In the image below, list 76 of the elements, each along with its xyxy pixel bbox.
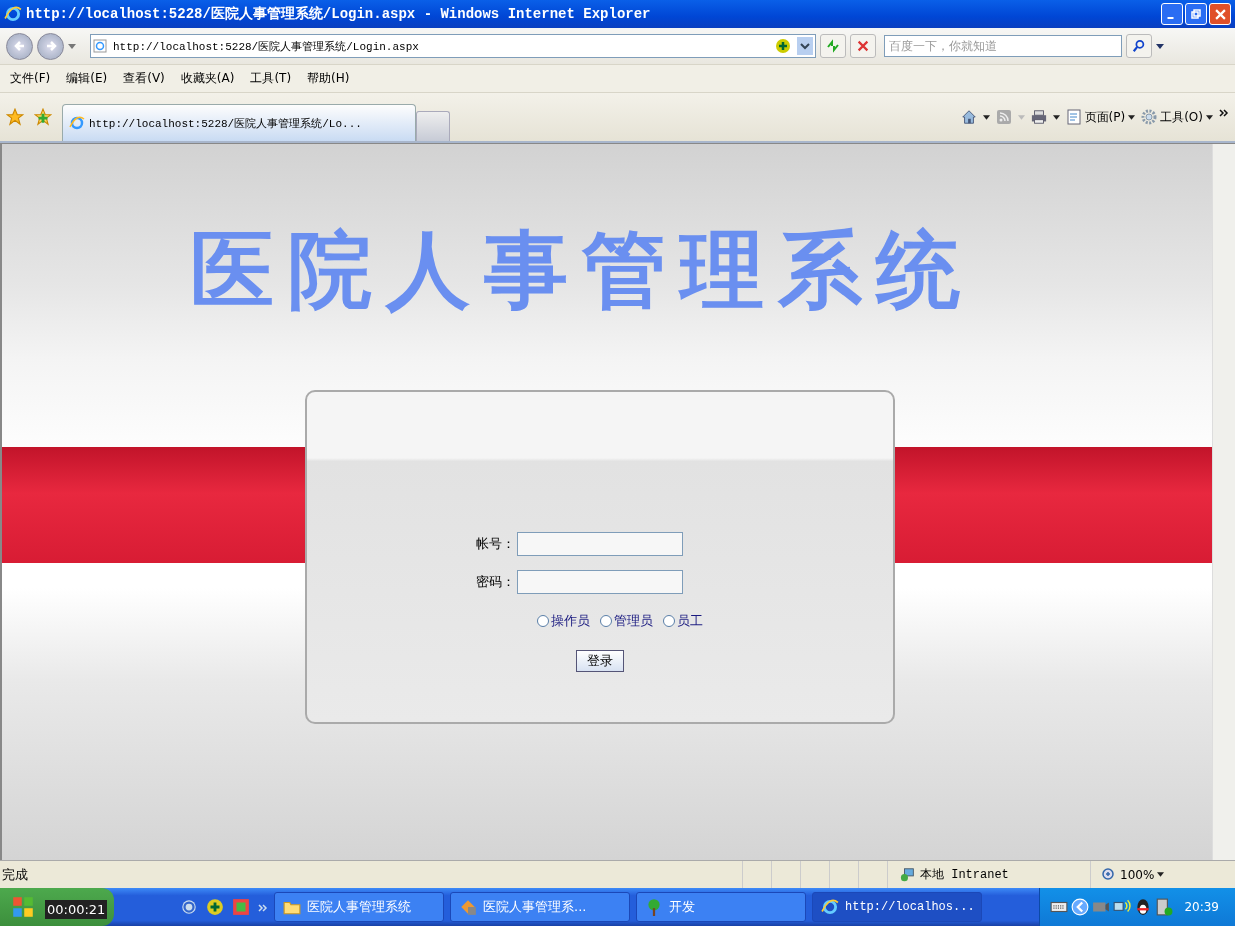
page-icon [1065, 109, 1082, 125]
radio-label[interactable]: 操作员 [550, 612, 590, 630]
window-title: http://localhost:5228/医院人事管理系统/Login.aspx - Windows Internet Explorer [26, 5, 651, 23]
home-icon[interactable] [960, 109, 977, 125]
caret-icon[interactable] [1052, 114, 1060, 120]
search-icon [1132, 39, 1146, 53]
gear-icon [1141, 109, 1158, 125]
input-field[interactable] [517, 570, 683, 594]
page-heading: 医院人事管理系统 [190, 219, 974, 321]
radio-button[interactable] [536, 615, 549, 627]
menu-item[interactable]: 文件(F) [10, 70, 51, 87]
field-label: 密码： [476, 573, 515, 591]
back-button[interactable] [6, 32, 33, 60]
input-field[interactable] [517, 532, 683, 556]
printer-icon[interactable] [1030, 109, 1047, 125]
refresh-icon [825, 38, 841, 54]
menu-item[interactable]: 收藏夹(A) [180, 70, 235, 87]
login-button[interactable]: 登录 [575, 650, 624, 672]
close-icon [1214, 8, 1226, 20]
close-button[interactable] [1209, 3, 1231, 25]
command-menu-button[interactable]: 页面(P) [1065, 108, 1136, 126]
network-icon [900, 866, 916, 883]
caret-icon [1017, 114, 1025, 120]
radio-button[interactable] [662, 615, 675, 627]
tree-icon [645, 898, 663, 916]
app-icon [459, 898, 477, 916]
radio-label[interactable]: 员工 [676, 612, 703, 630]
restore-button[interactable] [1185, 3, 1207, 25]
star-plus-icon[interactable] [34, 108, 52, 126]
radio-label[interactable]: 管理员 [613, 612, 653, 630]
browser-icon[interactable] [180, 898, 198, 916]
search-field[interactable]: 百度一下，你就知道 [884, 35, 1122, 57]
taskbar-button[interactable]: 开发 [636, 892, 806, 922]
menu-item[interactable]: 编辑(E) [66, 70, 108, 87]
clock: 20:39 [1184, 900, 1219, 914]
menu-item[interactable]: 工具(T) [250, 70, 292, 87]
field-label: 帐号： [476, 535, 515, 553]
zoom-in-icon [1101, 866, 1117, 883]
minimize-button[interactable] [1161, 3, 1183, 25]
command-menu-button[interactable]: 工具(O) [1141, 108, 1213, 126]
search-button[interactable] [1126, 34, 1152, 58]
menu-item[interactable]: 查看(V) [123, 70, 165, 87]
star-icon[interactable] [6, 108, 24, 126]
restore-icon [1191, 9, 1201, 19]
browser-tab[interactable]: http://localhost:5228/医院人事管理系统/Lo... [62, 104, 416, 141]
taskbar-button[interactable]: 医院人事管理系... [450, 892, 630, 922]
caret-icon[interactable] [982, 114, 990, 120]
windows-flag-icon [12, 896, 34, 918]
browser-logo-icon [69, 115, 85, 131]
forward-button[interactable] [37, 32, 64, 60]
minimize-icon [1167, 17, 1174, 19]
dropdown-caret-icon[interactable] [797, 37, 813, 55]
radio-button[interactable] [599, 615, 612, 627]
add-icon[interactable] [775, 38, 791, 54]
taskbar-button[interactable]: http://localhos... [812, 892, 982, 922]
add-icon[interactable] [206, 898, 224, 916]
timer-tooltip: 00:00:21 [45, 900, 108, 919]
stop-button[interactable] [850, 34, 876, 58]
stop-icon [856, 39, 870, 53]
browser-logo-icon [821, 898, 839, 916]
menu-item[interactable]: 帮助(H) [307, 70, 350, 87]
dropdown-caret-icon[interactable] [1156, 43, 1164, 49]
page-icon [93, 39, 107, 53]
caret-icon [1157, 872, 1165, 877]
address-field[interactable]: http://localhost:5228/医院人事管理系统/Login.aspx [90, 34, 816, 58]
status-text: 完成 [1, 865, 29, 884]
chevron-left-icon[interactable] [1071, 898, 1090, 916]
zone-text: 本地 Intranet [920, 867, 1009, 883]
server-icon[interactable] [1155, 898, 1174, 916]
refresh-button[interactable] [820, 34, 846, 58]
caret-icon [1206, 114, 1213, 120]
browser-logo-icon [4, 5, 22, 23]
chevron-icon[interactable] [1219, 108, 1229, 117]
picture-icon[interactable] [232, 898, 250, 916]
taskbar-button[interactable]: 医院人事管理系统 [274, 892, 444, 922]
caret-icon [1128, 114, 1136, 120]
